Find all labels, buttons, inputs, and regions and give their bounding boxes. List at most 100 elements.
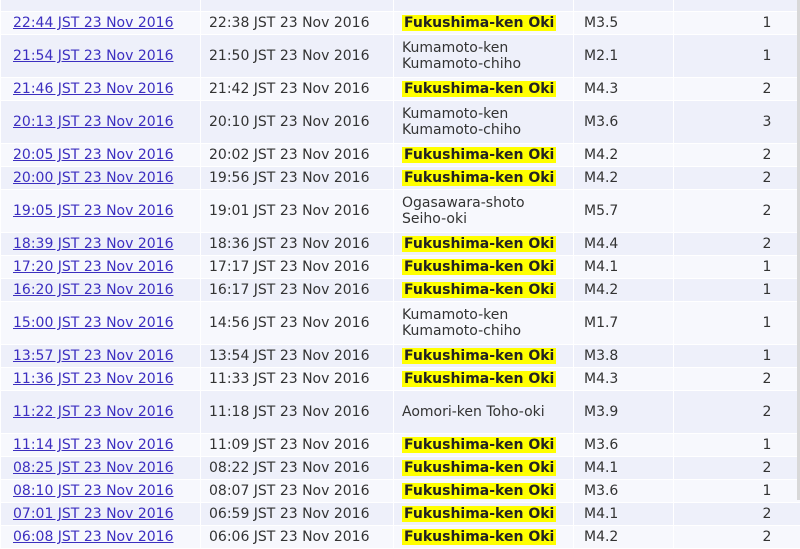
occurrence-time-cell: 21:50 JST 23 Nov 2016 [201,35,394,78]
region-cell: Fukushima-ken Oki [394,256,574,279]
issued-time-cell: 11:14 JST 23 Nov 2016 [1,434,201,457]
issued-time-cell: 08:10 JST 23 Nov 2016 [1,480,201,503]
region-cell: Fukushima-ken Oki [394,167,574,190]
intensity-cell: 2 [674,78,800,101]
intensity-cell: 2 [674,526,800,549]
occurrence-time-cell: 06:06 JST 23 Nov 2016 [201,526,394,549]
intensity-cell: 1 [674,345,800,368]
magnitude-cell: M3.6 [574,101,674,144]
issued-time-cell: 13:57 JST 23 Nov 2016 [1,345,201,368]
region-cell: Fukushima-ken Oki [394,526,574,549]
table-row: 18:39 JST 23 Nov 201618:36 JST 23 Nov 20… [1,233,800,256]
issued-time-cell: 17:20 JST 23 Nov 2016 [1,256,201,279]
occurrence-time-cell: 13:54 JST 23 Nov 2016 [201,345,394,368]
issued-time-cell: 11:36 JST 23 Nov 2016 [1,368,201,391]
intensity-cell: 2 [674,391,800,434]
earthquake-detail-link[interactable]: 15:00 JST 23 Nov 2016 [13,315,173,331]
intensity-cell: 1 [674,12,800,35]
table-row: 11:36 JST 23 Nov 201611:33 JST 23 Nov 20… [1,368,800,391]
magnitude-cell: M4.2 [574,279,674,302]
region-cell: Fukushima-ken Oki [394,279,574,302]
highlighted-region-label: Fukushima-ken Oki [402,529,556,545]
region-label: Aomori-ken Toho-oki [402,404,545,420]
table-row: 20:13 JST 23 Nov 2016 20:10 JST 23 Nov 20… [1,101,800,144]
occurrence-time-cell: 16:17 JST 23 Nov 2016 [201,279,394,302]
issued-time-cell: 07:01 JST 23 Nov 2016 [1,503,201,526]
table-row-partial [1,0,800,12]
table-row: 21:54 JST 23 Nov 2016 21:50 JST 23 Nov 20… [1,35,800,78]
earthquake-detail-link[interactable]: 22:44 JST 23 Nov 2016 [13,15,173,31]
issued-time-cell: 21:54 JST 23 Nov 2016 [1,35,201,78]
intensity-cell: 1 [674,302,800,345]
intensity-cell: 1 [674,35,800,78]
earthquake-detail-link[interactable]: 08:10 JST 23 Nov 2016 [13,483,173,499]
earthquake-detail-link[interactable]: 20:05 JST 23 Nov 2016 [13,147,173,163]
earthquake-detail-link[interactable]: 11:36 JST 23 Nov 2016 [13,371,173,387]
highlighted-region-label: Fukushima-ken Oki [402,81,556,97]
issued-time-cell: 15:00 JST 23 Nov 2016 [1,302,201,345]
earthquake-detail-link[interactable]: 07:01 JST 23 Nov 2016 [13,506,173,522]
earthquake-table: 22:44 JST 23 Nov 201622:38 JST 23 Nov 20… [0,0,800,549]
issued-time-cell: 22:44 JST 23 Nov 2016 [1,12,201,35]
table-row: 06:08 JST 23 Nov 2016 06:06 JST 23 Nov 20… [1,526,800,549]
earthquake-detail-link[interactable]: 21:46 JST 23 Nov 2016 [13,81,173,97]
highlighted-region-label: Fukushima-ken Oki [402,147,556,163]
table-row: 20:00 JST 23 Nov 2016 19:56 JST 23 Nov 20… [1,167,800,190]
table-row: 13:57 JST 23 Nov 2016 13:54 JST 23 Nov 20… [1,345,800,368]
issued-time-cell: 20:13 JST 23 Nov 2016 [1,101,201,144]
region-cell: Fukushima-ken Oki [394,457,574,480]
highlighted-region-label: Fukushima-ken Oki [402,259,556,275]
highlighted-region-label: Fukushima-ken Oki [402,15,556,31]
intensity-cell: 1 [674,480,800,503]
region-cell: Fukushima-ken Oki [394,368,574,391]
magnitude-cell: M3.9 [574,391,674,434]
magnitude-cell: M5.7 [574,190,674,233]
earthquake-detail-link[interactable]: 18:39 JST 23 Nov 2016 [13,236,173,252]
issued-time-cell: 16:20 JST 23 Nov 2016 [1,279,201,302]
region-cell: Fukushima-ken Oki [394,434,574,457]
region-cell: Fukushima-ken Oki [394,480,574,503]
occurrence-time-cell: 20:10 JST 23 Nov 2016 [201,101,394,144]
table-row: 15:00 JST 23 Nov 201614:56 JST 23 Nov 20… [1,302,800,345]
earthquake-table-body: 22:44 JST 23 Nov 201622:38 JST 23 Nov 20… [1,0,800,549]
region-label: Kumamoto-ken Kumamoto-chiho [402,307,521,339]
occurrence-time-cell: 19:56 JST 23 Nov 2016 [201,167,394,190]
earthquake-detail-link[interactable]: 11:14 JST 23 Nov 2016 [13,437,173,453]
region-cell: Fukushima-ken Oki [394,503,574,526]
occurrence-time-cell: 11:18 JST 23 Nov 2016 [201,391,394,434]
magnitude-cell: M4.3 [574,368,674,391]
earthquake-detail-link[interactable]: 08:25 JST 23 Nov 2016 [13,460,173,476]
magnitude-cell: M1.7 [574,302,674,345]
occurrence-time-cell: 17:17 JST 23 Nov 2016 [201,256,394,279]
earthquake-detail-link[interactable]: 20:00 JST 23 Nov 2016 [13,170,173,186]
highlighted-region-label: Fukushima-ken Oki [402,437,556,453]
region-label: Kumamoto-ken Kumamoto-chiho [402,106,521,138]
highlighted-region-label: Fukushima-ken Oki [402,236,556,252]
region-cell: Ogasawara-shoto Seiho-oki [394,190,574,233]
table-row: 16:20 JST 23 Nov 2016 16:17 JST 23 Nov 20… [1,279,800,302]
table-row: 17:20 JST 23 Nov 2016 17:17 JST 23 Nov 20… [1,256,800,279]
earthquake-detail-link[interactable]: 20:13 JST 23 Nov 2016 [13,114,173,130]
table-row: 11:22 JST 23 Nov 2016 11:18 JST 23 Nov 20… [1,391,800,434]
magnitude-cell: M4.3 [574,78,674,101]
occurrence-time-cell: 20:02 JST 23 Nov 2016 [201,144,394,167]
intensity-cell: 1 [674,256,800,279]
intensity-cell: 1 [674,434,800,457]
occurrence-time-cell: 11:09 JST 23 Nov 2016 [201,434,394,457]
magnitude-cell: M4.2 [574,167,674,190]
earthquake-detail-link[interactable]: 17:20 JST 23 Nov 2016 [13,259,173,275]
earthquake-detail-link[interactable]: 13:57 JST 23 Nov 2016 [13,348,173,364]
table-row: 19:05 JST 23 Nov 201619:01 JST 23 Nov 20… [1,190,800,233]
earthquake-detail-link[interactable]: 06:08 JST 23 Nov 2016 [13,529,173,545]
earthquake-detail-link[interactable]: 19:05 JST 23 Nov 2016 [13,203,173,219]
earthquake-detail-link[interactable]: 21:54 JST 23 Nov 2016 [13,48,173,64]
highlighted-region-label: Fukushima-ken Oki [402,506,556,522]
highlighted-region-label: Fukushima-ken Oki [402,348,556,364]
table-row: 08:10 JST 23 Nov 201608:07 JST 23 Nov 20… [1,480,800,503]
earthquake-detail-link[interactable]: 16:20 JST 23 Nov 2016 [13,282,173,298]
table-row: 07:01 JST 23 Nov 201606:59 JST 23 Nov 20… [1,503,800,526]
table-row: 20:05 JST 23 Nov 2016 20:02 JST 23 Nov 20… [1,144,800,167]
region-label: Ogasawara-shoto Seiho-oki [402,195,525,227]
highlighted-region-label: Fukushima-ken Oki [402,282,556,298]
earthquake-detail-link[interactable]: 11:22 JST 23 Nov 2016 [13,404,173,420]
